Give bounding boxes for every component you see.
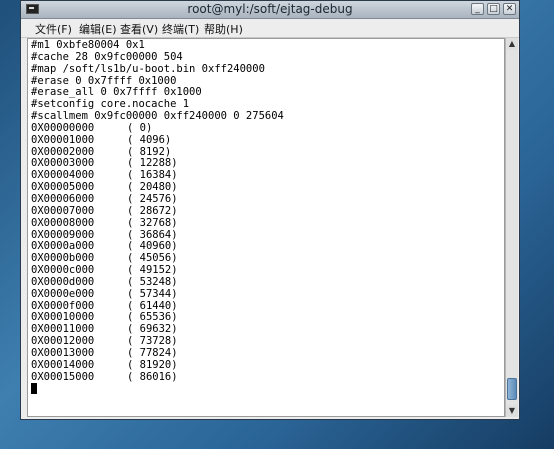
prompt-line — [31, 383, 504, 395]
progress-bytes: ( 86016) — [127, 370, 178, 383]
progress-address: 0X00013000 — [31, 346, 95, 359]
progress-line: 0X0000f000( 61440) — [31, 299, 504, 313]
progress-line: 0X00008000 ( 32768) — [31, 216, 504, 230]
progress-line: 0X0000e000 ( 57344) — [31, 287, 504, 301]
minimize-button[interactable]: _ — [471, 3, 484, 15]
progress-line: 0X0000b000( 45056) — [31, 252, 504, 265]
progress-bytes: ( 28672) — [127, 204, 178, 217]
menu-file[interactable]: 文件(F) — [35, 21, 72, 37]
progress-bytes: ( 4096) — [127, 133, 172, 146]
scrollbar-thumb[interactable] — [507, 378, 517, 400]
progress-line: 0X00004000( 16384) — [31, 169, 504, 182]
command-line: #cache 28 0x9fc00000 504 — [31, 50, 183, 63]
progress-line: 0X00011000( 69632) — [31, 323, 504, 336]
title-bar[interactable]: root@myl:/soft/ejtag-debug _ □ ✕ — [21, 1, 519, 19]
progress-address: 0X00000000 — [31, 121, 95, 134]
progress-line: 0X00014000 ( 81920) — [31, 358, 504, 372]
progress-bytes: ( 81920) — [127, 358, 178, 371]
progress-line: 0X00013000 ( 77824) — [31, 346, 504, 360]
progress-line: 0X00007000 ( 28672) — [31, 204, 504, 218]
progress-address: 0X00007000 — [31, 204, 95, 217]
command-line: #scallmem 0x9fc00000 0xff240000 0 275604 — [31, 110, 284, 123]
progress-line: 0X00002000( 8192) — [31, 145, 504, 159]
progress-bytes: ( 8192) — [127, 145, 172, 158]
scroll-up-arrow-icon[interactable]: ▲ — [506, 38, 518, 50]
progress-address: 0X00001000 — [31, 133, 95, 146]
progress-bytes: ( 77824) — [127, 346, 178, 359]
progress-bytes: ( 40960) — [127, 240, 178, 253]
progress-address: 0X00008000 — [31, 216, 95, 229]
progress-line: 0X00001000 ( 4096) — [31, 133, 504, 147]
progress-bytes: ( 32768) — [127, 216, 178, 229]
close-button[interactable]: ✕ — [503, 3, 516, 15]
window-title: root@myl:/soft/ejtag-debug — [187, 2, 353, 16]
progress-bytes: ( 36864) — [127, 228, 178, 241]
progress-address: 0X0000d000 — [31, 275, 95, 288]
terminal-lines: #m1 0xbfe80004 0x1 #cache 28 0x9fc00000 5… — [31, 39, 504, 395]
progress-line: 0X00012000( 73728) — [31, 335, 504, 348]
progress-line: 0X00006000( 24576) — [31, 192, 504, 206]
progress-line: 0X0000d000 ( 53248) — [31, 275, 504, 289]
menu-bar: 文件(F) 编辑(E) 查看(V) 终端(T) 帮助(H) — [21, 19, 519, 38]
menu-terminal[interactable]: 终端(T) — [162, 21, 199, 37]
text-cursor — [31, 383, 37, 395]
progress-line: 0X0000a000( 40960) — [31, 240, 504, 253]
progress-address: 0X00015000 — [31, 370, 95, 383]
scroll-down-arrow-icon[interactable]: ▼ — [506, 405, 518, 417]
progress-address: 0X00014000 — [31, 358, 95, 371]
menu-edit[interactable]: 编辑(E) — [79, 21, 117, 37]
terminal-output[interactable]: #m1 0xbfe80004 0x1 #cache 28 0x9fc00000 5… — [27, 38, 505, 417]
menu-help[interactable]: 帮助(H) — [204, 21, 243, 37]
progress-bytes: ( 73728) — [127, 335, 178, 348]
progress-address: 0X0000e000 — [31, 287, 95, 300]
progress-bytes: ( 61440) — [127, 299, 178, 312]
progress-bytes: ( 0) — [127, 121, 153, 134]
progress-bytes: ( 12288) — [127, 157, 178, 170]
progress-bytes: ( 24576) — [127, 192, 178, 205]
progress-bytes: ( 49152) — [127, 264, 178, 277]
progress-line: 0X00000000 ( 0) — [31, 121, 504, 135]
terminal-window: root@myl:/soft/ejtag-debug _ □ ✕ 文件(F) 编… — [20, 0, 520, 420]
progress-line: 0X00009000( 36864) — [31, 228, 504, 242]
progress-bytes: ( 20480) — [127, 181, 178, 194]
progress-bytes: ( 45056) — [127, 252, 178, 265]
vertical-scrollbar[interactable]: ▲ ▼ — [505, 38, 518, 417]
progress-line: 0X00005000( 20480) — [31, 181, 504, 194]
progress-line: 0X00003000( 12288) — [31, 158, 504, 170]
progress-bytes: ( 69632) — [127, 323, 178, 336]
command-line: #map /soft/ls1b/u-boot.bin 0xff240000 — [31, 62, 265, 75]
progress-line: 0X00015000 ( 86016) — [31, 370, 504, 384]
progress-line: 0X00010000( 65536) — [31, 311, 504, 324]
progress-bytes: ( 65536) — [127, 311, 178, 324]
progress-bytes: ( 57344) — [127, 287, 178, 300]
progress-bytes: ( 16384) — [127, 169, 178, 182]
menu-view[interactable]: 查看(V) — [120, 21, 158, 37]
progress-line: 0X0000c000( 49152) — [31, 264, 504, 277]
maximize-button[interactable]: □ — [487, 3, 500, 15]
progress-bytes: ( 53248) — [127, 275, 178, 288]
